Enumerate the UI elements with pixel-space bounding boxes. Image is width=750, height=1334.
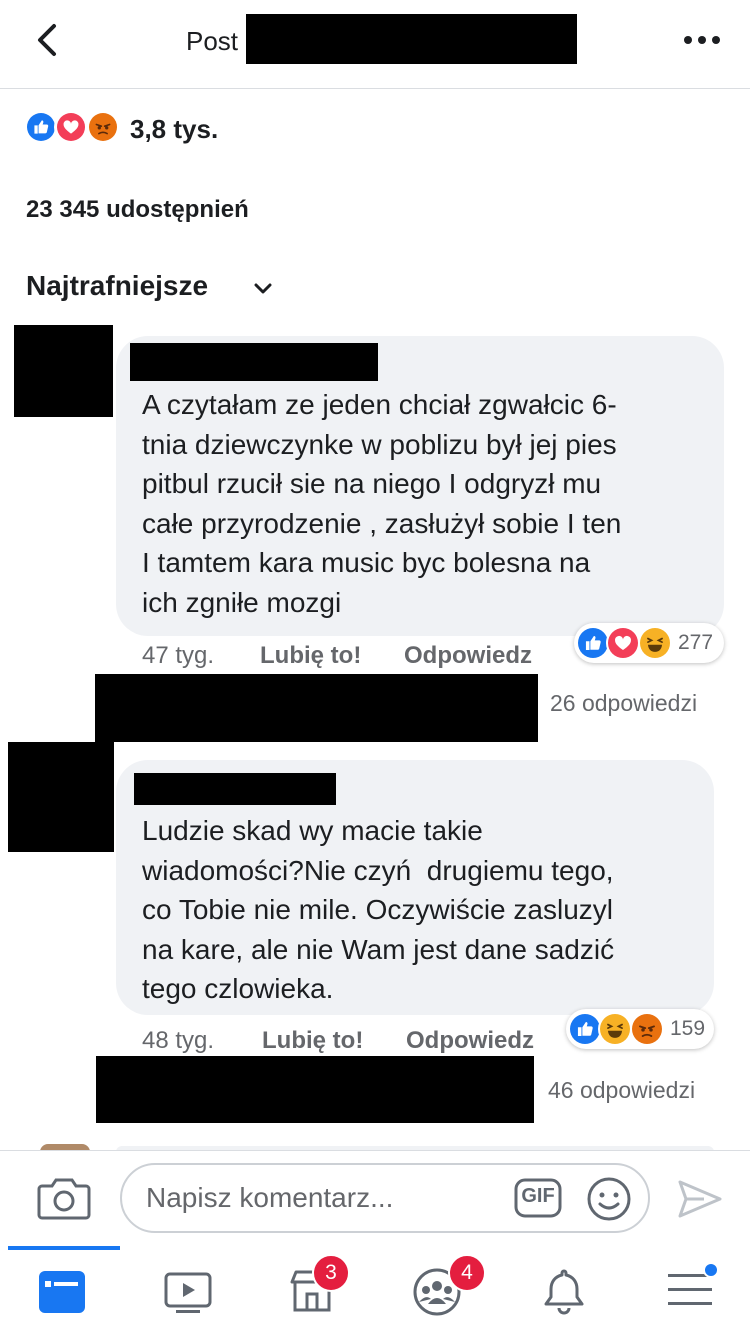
tab-watch[interactable] (162, 1268, 214, 1316)
sort-dropdown-button[interactable] (250, 276, 276, 302)
send-icon (678, 1180, 722, 1218)
redacted-reply-preview[interactable] (95, 674, 538, 742)
angry-icon (86, 110, 120, 144)
redacted-commenter-name[interactable] (134, 773, 336, 805)
like-button[interactable]: Lubię to! (260, 642, 361, 670)
camera-icon (37, 1178, 91, 1220)
comment-sort-label[interactable]: Najtrafniejsze (26, 270, 208, 302)
love-icon (54, 110, 88, 144)
emoji-button[interactable] (586, 1176, 632, 1222)
tab-menu[interactable] (664, 1262, 722, 1316)
comment-timestamp: 48 tyg. (142, 1027, 215, 1054)
back-button[interactable] (28, 18, 72, 62)
like-button[interactable]: Lubię to! (262, 1027, 363, 1055)
comment-reactions[interactable]: 277 (574, 623, 724, 663)
notifications-icon (544, 1269, 584, 1315)
redacted-commenter-name[interactable] (130, 343, 378, 381)
reply-button[interactable]: Odpowiedz (404, 642, 532, 670)
angry-icon (630, 1012, 664, 1046)
post-reactions[interactable] (24, 110, 124, 150)
comment-timestamp: 47 tyg. (142, 642, 215, 669)
send-button[interactable] (676, 1176, 724, 1222)
more-icon (684, 36, 720, 44)
post-reaction-count[interactable]: 3,8 tys. (130, 114, 218, 145)
top-nav-bar: Post (0, 0, 750, 89)
comment-reactions[interactable]: 159 (566, 1009, 714, 1049)
gif-button[interactable]: GIF (514, 1176, 562, 1220)
menu-icon (668, 1262, 719, 1305)
comment-reaction-count: 159 (670, 1017, 706, 1040)
emoji-icon (587, 1177, 631, 1221)
comment-input-placeholder: Napisz komentarz... (146, 1182, 394, 1213)
redacted-reply-preview[interactable] (96, 1056, 534, 1123)
avatar[interactable] (14, 325, 113, 417)
bottom-tab-bar (0, 1246, 750, 1334)
groups-badge: 4 (448, 1254, 486, 1292)
marketplace-badge: 3 (312, 1254, 350, 1292)
watch-icon (164, 1272, 212, 1313)
love-icon (606, 626, 640, 660)
like-icon (24, 110, 58, 144)
camera-button[interactable] (36, 1172, 92, 1222)
comment-text: A czytałam ze jeden chciał zgwałcic 6- t… (142, 389, 622, 618)
post-share-count[interactable]: 23 345 udostępnień (26, 196, 249, 224)
like-icon (568, 1012, 602, 1046)
comment-reaction-count: 277 (678, 631, 714, 654)
tab-marketplace[interactable]: 3 (286, 1254, 350, 1316)
redacted-author-name (246, 14, 577, 64)
tab-news-feed[interactable] (36, 1268, 88, 1316)
chevron-down-icon (254, 283, 272, 294)
haha-icon (598, 1012, 632, 1046)
tab-groups[interactable]: 4 (410, 1254, 486, 1316)
back-arrow-icon (38, 24, 56, 56)
like-icon (576, 626, 610, 660)
view-replies-link[interactable]: 46 odpowiedzi (548, 1077, 695, 1104)
haha-icon (638, 626, 672, 660)
comment-text: Ludzie skad wy macie takie wiadomości?Ni… (142, 815, 615, 1004)
more-options-button[interactable] (680, 28, 724, 52)
view-replies-link[interactable]: 26 odpowiedzi (550, 690, 697, 717)
news-feed-icon (39, 1271, 85, 1313)
avatar[interactable] (8, 742, 114, 852)
reply-button[interactable]: Odpowiedz (406, 1027, 534, 1055)
active-tab-indicator (8, 1246, 120, 1250)
tab-notifications[interactable] (540, 1266, 588, 1316)
page-title: Post (186, 26, 239, 56)
